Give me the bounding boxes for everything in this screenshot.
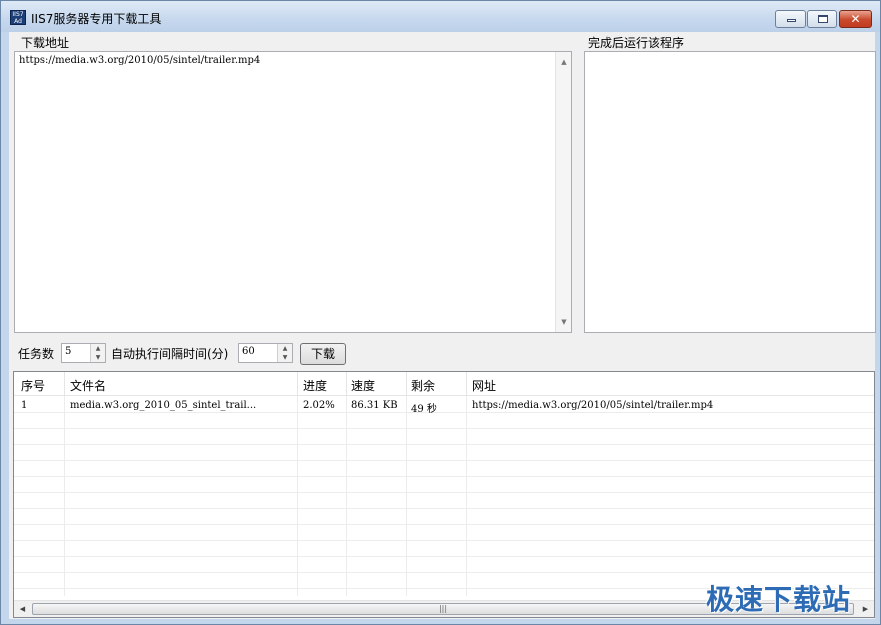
scroll-left-icon[interactable]: ◀ xyxy=(14,601,31,617)
interval-label: 自动执行间隔时间(分) xyxy=(111,347,229,361)
url-vertical-scrollbar[interactable]: ▲ ▼ xyxy=(555,52,571,332)
stepper-up-icon[interactable]: ▲ xyxy=(91,344,105,353)
maximize-button[interactable] xyxy=(807,10,837,28)
column-header-remaining[interactable]: 剩余 xyxy=(411,377,435,394)
row-line xyxy=(14,412,874,413)
controls-row: 任务数 5 ▲ ▼ 自动执行间隔时间(分) 60 ▲ ▼ 下载 xyxy=(9,341,875,367)
row-line xyxy=(14,444,874,445)
minimize-icon xyxy=(787,19,796,22)
tasks-stepper[interactable]: 5 ▲ ▼ xyxy=(61,343,106,363)
scroll-up-icon[interactable]: ▲ xyxy=(556,54,572,70)
column-line xyxy=(346,396,347,596)
scroll-right-icon[interactable]: ▶ xyxy=(857,601,874,617)
cell-remaining: 49 秒 xyxy=(411,404,437,415)
app-icon: IIS7 Ad xyxy=(10,10,26,25)
download-url-label: 下载地址 xyxy=(21,36,70,50)
column-header-url[interactable]: 网址 xyxy=(472,377,496,394)
stepper-up-icon[interactable]: ▲ xyxy=(278,344,292,353)
column-header-speed[interactable]: 速度 xyxy=(351,377,375,394)
column-line xyxy=(64,396,65,596)
stepper-down-icon[interactable]: ▼ xyxy=(278,353,292,362)
tasks-label: 任务数 xyxy=(18,347,55,361)
column-divider[interactable] xyxy=(297,372,298,396)
site-watermark-logo: 极速下载站 xyxy=(706,583,852,616)
cell-speed: 86.31 KB xyxy=(351,400,398,411)
cell-url: https://media.w3.org/2010/05/sintel/trai… xyxy=(472,400,714,411)
column-divider[interactable] xyxy=(466,372,467,396)
title-bar[interactable]: IIS7 Ad IIS7服务器专用下载工具 ✕ xyxy=(1,1,880,32)
client-area: 下载地址 https://media.w3.org/2010/05/sintel… xyxy=(9,32,876,619)
row-line xyxy=(14,476,874,477)
column-line xyxy=(297,396,298,596)
column-divider[interactable] xyxy=(406,372,407,396)
download-url-text: https://media.w3.org/2010/05/sintel/trai… xyxy=(19,55,261,66)
row-line xyxy=(14,508,874,509)
column-divider[interactable] xyxy=(346,372,347,396)
table-gridlines xyxy=(14,396,874,596)
row-line xyxy=(14,428,874,429)
interval-stepper[interactable]: 60 ▲ ▼ xyxy=(238,343,293,363)
column-line xyxy=(406,396,407,596)
cell-filename: media.w3.org_2010_05_sintel_trail... xyxy=(70,400,257,411)
row-line xyxy=(14,540,874,541)
main-window: IIS7 Ad IIS7服务器专用下载工具 ✕ 下载地址 https://med… xyxy=(0,0,881,625)
row-line xyxy=(14,572,874,573)
row-line xyxy=(14,556,874,557)
column-header-progress[interactable]: 进度 xyxy=(303,377,327,394)
close-icon: ✕ xyxy=(850,12,861,26)
download-url-textarea[interactable]: https://media.w3.org/2010/05/sintel/trai… xyxy=(14,51,572,333)
scroll-down-icon[interactable]: ▼ xyxy=(556,314,572,330)
tasks-stepper-arrows[interactable]: ▲ ▼ xyxy=(90,344,105,362)
download-button[interactable]: 下载 xyxy=(300,343,346,365)
row-line xyxy=(14,492,874,493)
stepper-down-icon[interactable]: ▼ xyxy=(91,353,105,362)
close-button[interactable]: ✕ xyxy=(839,10,872,28)
maximize-icon xyxy=(818,15,828,23)
column-divider[interactable] xyxy=(64,372,65,396)
minimize-button[interactable] xyxy=(775,10,806,28)
interval-value[interactable]: 60 xyxy=(242,346,255,357)
tasks-value[interactable]: 5 xyxy=(65,346,71,357)
window-title: IIS7服务器专用下载工具 xyxy=(31,12,162,26)
cell-progress: 2.02% xyxy=(303,400,335,411)
row-line xyxy=(14,460,874,461)
row-line xyxy=(14,524,874,525)
table-header: 序号 文件名 进度 速度 剩余 网址 xyxy=(14,372,874,396)
run-after-textarea[interactable] xyxy=(584,51,876,333)
cell-index: 1 xyxy=(21,400,28,411)
run-after-label: 完成后运行该程序 xyxy=(588,36,685,50)
column-header-index[interactable]: 序号 xyxy=(21,377,45,394)
column-line xyxy=(466,396,467,596)
interval-stepper-arrows[interactable]: ▲ ▼ xyxy=(277,344,292,362)
column-header-filename[interactable]: 文件名 xyxy=(70,377,106,394)
